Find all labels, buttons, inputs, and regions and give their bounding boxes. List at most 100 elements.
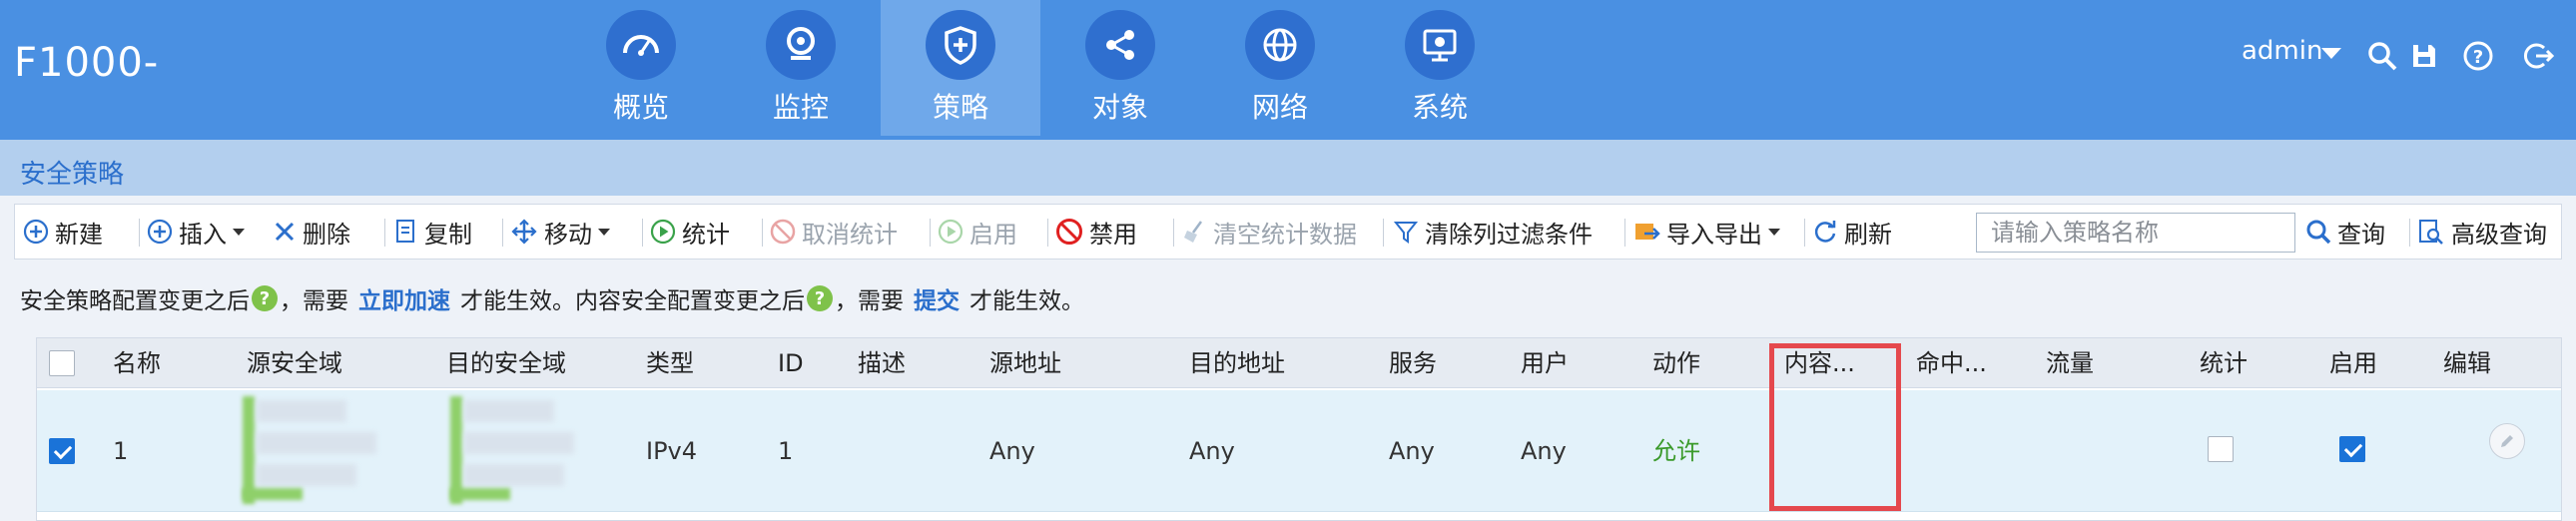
query-button[interactable]: 查询 bbox=[2305, 205, 2385, 259]
dashboard-gauge-icon bbox=[606, 10, 676, 80]
play-circle-icon bbox=[938, 219, 964, 245]
cell-user: Any bbox=[1521, 437, 1567, 465]
notice-text: ，需要 bbox=[835, 288, 904, 314]
move-button[interactable]: 移动 bbox=[510, 205, 610, 259]
submit-link[interactable]: 提交 bbox=[914, 281, 960, 315]
row-select-checkbox[interactable] bbox=[49, 438, 75, 464]
enable-button[interactable]: 启用 bbox=[938, 205, 1017, 259]
advanced-query-button[interactable]: 高级查询 bbox=[2417, 205, 2547, 259]
column-header-stats[interactable]: 统计 bbox=[2200, 338, 2248, 388]
enable-checkbox[interactable] bbox=[2339, 436, 2365, 462]
toolbar-divider bbox=[139, 219, 140, 247]
stats-checkbox[interactable] bbox=[2208, 436, 2234, 462]
nav-item-monitor[interactable]: 监控 bbox=[721, 0, 881, 136]
query-label: 查询 bbox=[2337, 220, 2385, 249]
svg-text:?: ? bbox=[2473, 47, 2483, 68]
accelerate-now-link[interactable]: 立即加速 bbox=[358, 281, 450, 315]
column-header-description[interactable]: 描述 bbox=[858, 338, 906, 388]
column-header-destination-address[interactable]: 目的地址 bbox=[1189, 338, 1285, 388]
column-header-type[interactable]: 类型 bbox=[646, 338, 694, 388]
nav-item-policy[interactable]: 策略 bbox=[881, 0, 1040, 136]
close-x-icon bbox=[275, 222, 295, 242]
column-header-id[interactable]: ID bbox=[778, 338, 804, 388]
toolbar-divider bbox=[2409, 219, 2410, 247]
nav-item-network[interactable]: 网络 bbox=[1200, 0, 1360, 136]
stats-button[interactable]: 统计 bbox=[650, 205, 730, 259]
disable-button[interactable]: 禁用 bbox=[1055, 205, 1137, 259]
clear-stats-button[interactable]: 清空统计数据 bbox=[1181, 205, 1357, 259]
globe-icon bbox=[1245, 10, 1315, 80]
nav-label: 概览 bbox=[612, 91, 669, 124]
nav-label: 策略 bbox=[932, 91, 988, 124]
content-column-highlight bbox=[1769, 343, 1901, 511]
search-input[interactable] bbox=[1977, 214, 2294, 252]
edit-pencil-icon[interactable] bbox=[2489, 423, 2525, 459]
column-header-edit[interactable]: 编辑 bbox=[2443, 338, 2491, 388]
nav-item-overview[interactable]: 概览 bbox=[561, 0, 721, 136]
webcam-monitor-icon bbox=[766, 10, 836, 80]
move-arrows-icon bbox=[511, 219, 537, 245]
help-icon[interactable]: ? bbox=[807, 285, 833, 311]
delete-button[interactable]: 删除 bbox=[273, 205, 350, 259]
cell-source-address: Any bbox=[989, 437, 1035, 465]
help-icon[interactable]: ? bbox=[2460, 38, 2496, 74]
column-header-service[interactable]: 服务 bbox=[1389, 338, 1437, 388]
refresh-label: 刷新 bbox=[1844, 220, 1892, 249]
user-menu[interactable]: admin bbox=[2242, 36, 2322, 66]
notice-text: 才能生效。 bbox=[969, 288, 1084, 314]
config-change-notice: 安全策略配置变更之后 ? ，需要 立即加速 才能生效。内容安全配置变更之后 ? … bbox=[20, 281, 1084, 315]
insert-button[interactable]: 插入 bbox=[147, 205, 245, 259]
nav-label: 网络 bbox=[1251, 91, 1308, 124]
toolbar-divider bbox=[1173, 219, 1174, 247]
column-header-traffic[interactable]: 流量 bbox=[2046, 338, 2094, 388]
block-circle-icon bbox=[1056, 219, 1082, 245]
table-row[interactable]: 1 IPv4 1 Any Any Any Any 允许 bbox=[37, 390, 2561, 512]
column-header-hit[interactable]: 命中... bbox=[1916, 338, 1987, 388]
monitor-settings-icon bbox=[1405, 10, 1475, 80]
plus-circle-icon bbox=[147, 219, 173, 245]
toolbar-divider bbox=[1047, 219, 1048, 247]
shield-plus-icon bbox=[926, 10, 995, 80]
save-icon[interactable] bbox=[2406, 38, 2442, 74]
toolbar-divider bbox=[1804, 219, 1805, 247]
section-header: 安全策略 bbox=[0, 136, 2576, 196]
chevron-down-icon bbox=[1768, 228, 1780, 236]
table-header: 名称 源安全域 目的安全域 类型 ID 描述 源地址 目的地址 服务 用户 动作… bbox=[37, 338, 2561, 388]
cancel-stats-button[interactable]: 取消统计 bbox=[770, 205, 898, 259]
column-header-name[interactable]: 名称 bbox=[113, 338, 161, 388]
toolbar-divider bbox=[1383, 219, 1384, 247]
refresh-icon bbox=[1814, 221, 1836, 243]
column-header-source-zone[interactable]: 源安全域 bbox=[247, 338, 342, 388]
nav-item-objects[interactable]: 对象 bbox=[1040, 0, 1200, 136]
chevron-down-icon[interactable] bbox=[2321, 48, 2341, 59]
play-circle-icon bbox=[650, 219, 676, 245]
clear-filters-button[interactable]: 清除列过滤条件 bbox=[1393, 205, 1593, 259]
policy-name-search-field[interactable] bbox=[1976, 213, 2295, 253]
select-all-checkbox[interactable] bbox=[49, 350, 75, 376]
logout-icon[interactable] bbox=[2520, 38, 2556, 74]
import-export-button[interactable]: 导入导出 bbox=[1632, 205, 1780, 259]
page-title: 安全策略 bbox=[20, 160, 125, 190]
column-header-enable[interactable]: 启用 bbox=[2329, 338, 2377, 388]
search-icon[interactable] bbox=[2364, 38, 2400, 74]
move-label: 移动 bbox=[544, 220, 592, 249]
toolbar-divider bbox=[1624, 219, 1625, 247]
chevron-down-icon bbox=[598, 228, 610, 236]
notice-text: ，需要 bbox=[280, 288, 348, 314]
toolbar-divider bbox=[384, 219, 385, 247]
stats-label: 统计 bbox=[682, 220, 730, 249]
app-title: F1000- bbox=[14, 40, 160, 86]
nav-item-system[interactable]: 系统 bbox=[1360, 0, 1520, 136]
refresh-button[interactable]: 刷新 bbox=[1812, 205, 1892, 259]
column-header-destination-zone[interactable]: 目的安全域 bbox=[446, 338, 566, 388]
column-header-action[interactable]: 动作 bbox=[1652, 338, 1700, 388]
column-header-source-address[interactable]: 源地址 bbox=[989, 338, 1061, 388]
help-icon[interactable]: ? bbox=[252, 285, 278, 311]
block-circle-icon bbox=[770, 219, 796, 245]
cancel-stats-label: 取消统计 bbox=[802, 220, 898, 249]
delete-label: 删除 bbox=[303, 220, 350, 249]
column-header-user[interactable]: 用户 bbox=[1521, 338, 1569, 388]
copy-button[interactable]: 复制 bbox=[394, 205, 472, 259]
new-button[interactable]: 新建 bbox=[23, 205, 103, 259]
notice-text: 才能生效。内容安全配置变更之后 bbox=[460, 288, 805, 314]
